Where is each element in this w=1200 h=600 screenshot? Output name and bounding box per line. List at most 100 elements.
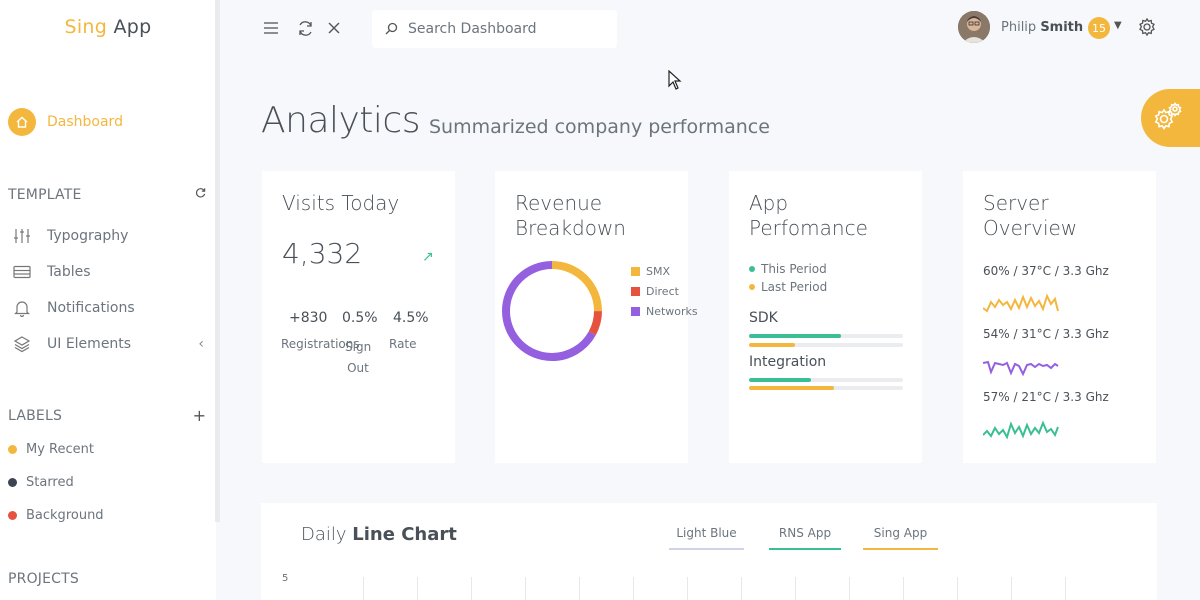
grid-line xyxy=(363,577,364,600)
sidebar-item-dashboard[interactable]: Dashboard xyxy=(8,108,123,136)
settings-panel-toggle[interactable] xyxy=(1141,89,1200,147)
notification-badge[interactable]: 15 xyxy=(1088,17,1110,39)
sidebar-item-label: Dashboard xyxy=(47,114,123,130)
progress-bar-last xyxy=(749,386,903,390)
sidebar-item-ui-elements[interactable]: UI Elements ‹ xyxy=(12,335,208,353)
card-title: Visits Today xyxy=(282,191,400,215)
caret-down-icon[interactable]: ▼ xyxy=(1114,20,1122,31)
gear-icon[interactable] xyxy=(1137,17,1157,41)
legend-item: SMX xyxy=(631,265,670,278)
page-subtitle: Summarized company performance xyxy=(429,116,770,138)
server-overview-card: Server Overview 60% / 37°C / 3.3 Ghz 54% … xyxy=(963,171,1156,463)
refresh-icon[interactable] xyxy=(195,187,206,202)
trend-up-icon: ↗ xyxy=(422,249,434,265)
legend-swatch xyxy=(631,267,640,276)
gears-icon xyxy=(1151,99,1185,137)
chevron-left-icon: ‹ xyxy=(198,336,204,352)
grid-line xyxy=(687,577,688,600)
app-performance-card: App Perfomance This Period Last Period SD… xyxy=(729,171,922,463)
grid-line xyxy=(1065,577,1066,600)
grid-line xyxy=(579,577,580,600)
user-name[interactable]: Philip Smith xyxy=(1001,20,1083,35)
tab-rns-app[interactable]: RNS App xyxy=(769,526,841,550)
search-box[interactable] xyxy=(372,10,617,48)
card-title: Daily Line Chart xyxy=(301,524,457,545)
visits-value: 4,332 xyxy=(282,237,363,270)
close-icon[interactable] xyxy=(324,18,344,38)
sidebar-scrollbar[interactable] xyxy=(215,0,220,522)
refresh-icon[interactable] xyxy=(295,18,315,38)
sidebar-item-label: Tables xyxy=(47,264,91,280)
label-item-background[interactable]: Background xyxy=(8,508,104,523)
sidebar-item-label: Notifications xyxy=(47,300,135,316)
revenue-donut-chart xyxy=(502,261,602,361)
mouse-cursor xyxy=(668,69,682,94)
sidebar-item-label: Typography xyxy=(47,228,129,244)
grid-line xyxy=(795,577,796,600)
search-icon xyxy=(385,20,398,39)
legend-dot xyxy=(749,284,755,290)
menu-icon[interactable] xyxy=(261,18,281,38)
stat-label: Rate xyxy=(389,337,417,351)
label-text: Starred xyxy=(26,475,74,490)
perf-label-integration: Integration xyxy=(749,354,827,370)
stat-value: 0.5% xyxy=(342,310,378,326)
label-text: Background xyxy=(26,508,104,523)
sidebar-item-label: UI Elements xyxy=(47,336,132,352)
server-stat-label: 57% / 21°C / 3.3 Ghz xyxy=(983,390,1109,404)
grid-line xyxy=(957,577,958,600)
progress-bar-this xyxy=(749,378,903,382)
revenue-card: Revenue Breakdown SMX Direct Networks xyxy=(495,171,698,463)
sliders-icon xyxy=(12,227,32,245)
perf-label-sdk: SDK xyxy=(749,310,778,326)
grid-line xyxy=(1011,577,1012,600)
label-item-starred[interactable]: Starred xyxy=(8,475,74,490)
page-title: Analytics xyxy=(261,100,420,141)
grid-line xyxy=(471,577,472,600)
progress-bar-this xyxy=(749,334,903,338)
daily-line-chart-card: Daily Line Chart Light Blue RNS App Sing… xyxy=(261,503,1157,600)
legend-item: Direct xyxy=(631,285,679,298)
sidebar-heading-template: TEMPLATE xyxy=(8,187,82,203)
grid-line xyxy=(741,577,742,600)
avatar[interactable] xyxy=(958,11,990,43)
label-dot xyxy=(8,478,17,487)
server-stat-label: 60% / 37°C / 3.3 Ghz xyxy=(983,264,1109,278)
card-title: App Perfomance xyxy=(749,191,868,240)
legend-swatch xyxy=(631,287,640,296)
sidebar: Sing App Dashboard TEMPLATE Typography T… xyxy=(0,0,216,600)
label-dot xyxy=(8,445,17,454)
y-axis-tick: 5 xyxy=(282,573,289,584)
bell-icon xyxy=(12,299,32,317)
grid-line xyxy=(903,577,904,600)
legend-swatch xyxy=(631,307,640,316)
label-text: My Recent xyxy=(26,442,94,457)
grid-line xyxy=(417,577,418,600)
visits-card: Visits Today 4,332 ↗ +830 0.5% 4.5% Regi… xyxy=(262,171,455,463)
grid-line xyxy=(525,577,526,600)
sidebar-item-notifications[interactable]: Notifications xyxy=(12,299,208,317)
stat-value: 4.5% xyxy=(393,310,429,326)
card-title: Revenue Breakdown xyxy=(515,191,626,240)
search-input[interactable] xyxy=(408,21,608,37)
sidebar-item-typography[interactable]: Typography xyxy=(12,227,208,245)
label-item-my-recent[interactable]: My Recent xyxy=(8,442,94,457)
legend-this-period: This Period xyxy=(749,262,827,276)
stat-label: Sign Out xyxy=(345,340,372,375)
label-dot xyxy=(8,511,17,520)
add-label-button[interactable]: + xyxy=(193,406,206,425)
legend-last-period: Last Period xyxy=(749,280,827,294)
sidebar-item-tables[interactable]: Tables xyxy=(12,263,208,281)
sidebar-heading-projects: PROJECTS xyxy=(8,571,79,587)
tab-light-blue[interactable]: Light Blue xyxy=(669,526,744,550)
sparkline xyxy=(983,293,1059,313)
sparkline xyxy=(983,360,1059,377)
app-logo[interactable]: Sing App xyxy=(0,16,216,38)
stat-value: +830 xyxy=(289,310,328,326)
legend-item: Networks xyxy=(631,305,698,318)
sparkline xyxy=(983,420,1059,440)
grid-line xyxy=(633,577,634,600)
home-icon xyxy=(8,108,36,136)
tab-sing-app[interactable]: Sing App xyxy=(863,526,938,550)
progress-bar-last xyxy=(749,343,903,347)
